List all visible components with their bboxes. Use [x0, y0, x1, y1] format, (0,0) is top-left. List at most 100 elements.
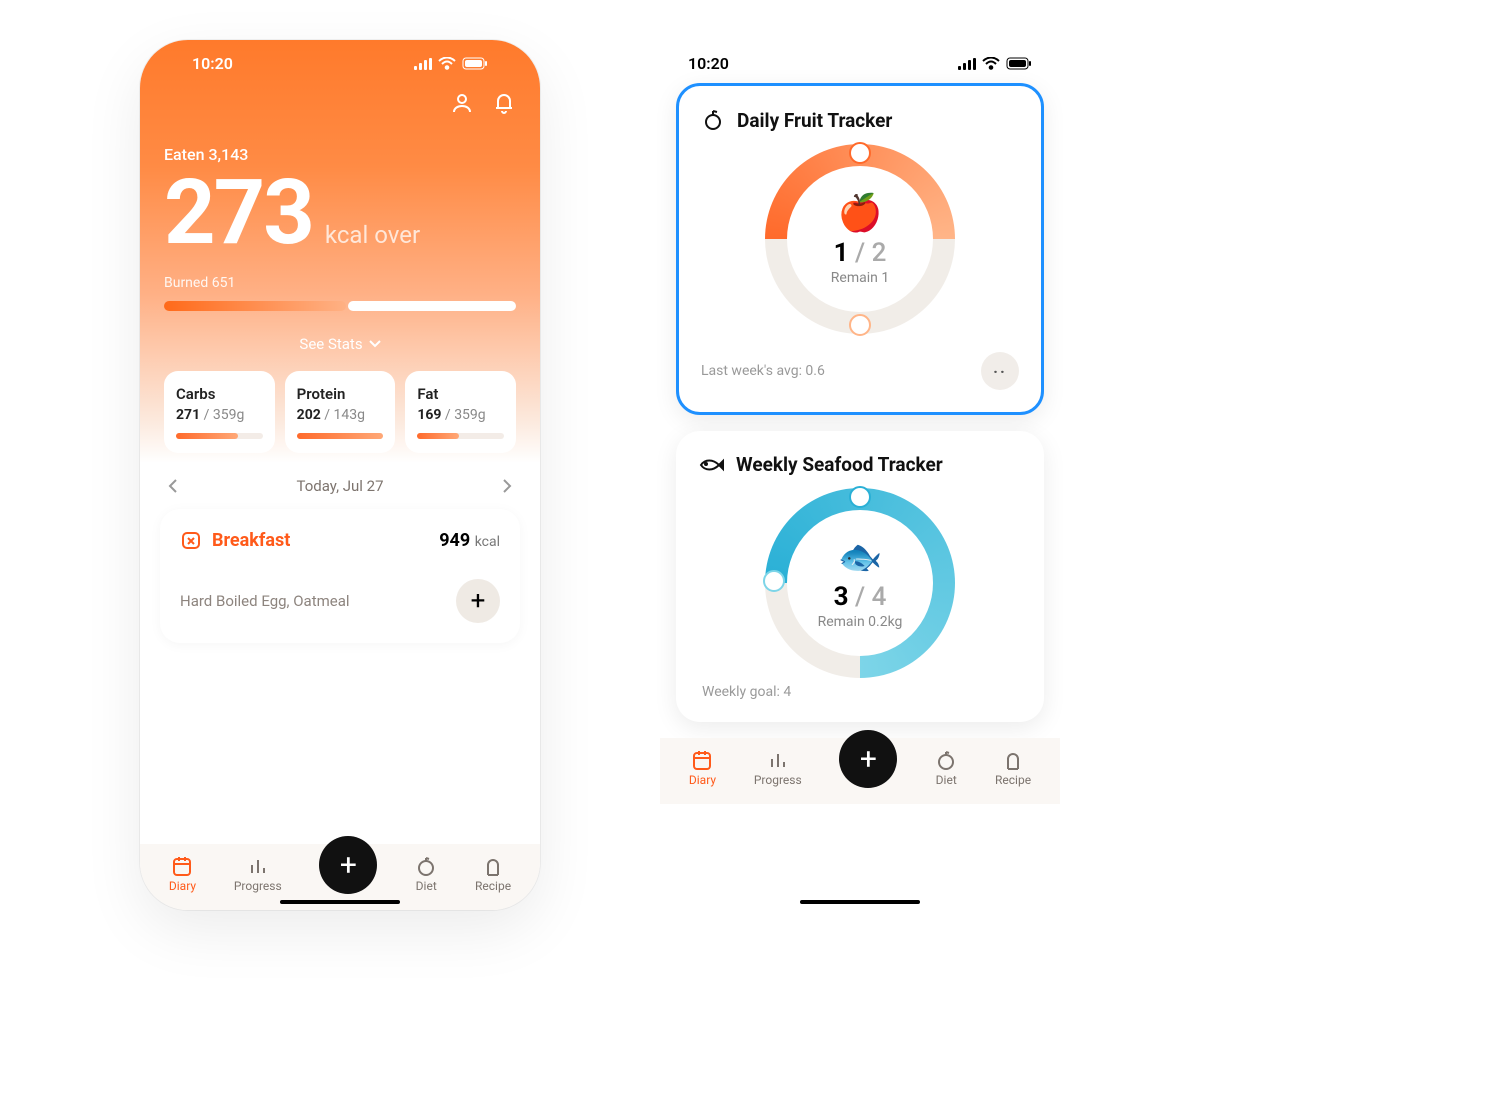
status-icons	[958, 57, 1032, 70]
macro-fill	[297, 433, 384, 439]
battery-icon	[462, 57, 488, 70]
signal-icon	[414, 58, 432, 70]
meal-card-breakfast[interactable]: Breakfast 949 kcal Hard Boiled Egg, Oatm…	[160, 509, 520, 643]
tab-label: Progress	[754, 773, 802, 787]
seafood-goal-peek: Weekly goal: 4	[698, 678, 1022, 700]
calorie-delta: 273 kcal over	[164, 160, 516, 265]
macro-total: 143g	[334, 407, 365, 423]
meal-kcal: 949 kcal	[439, 530, 500, 551]
calorie-unit: kcal over	[325, 221, 420, 249]
hero-section: 10:20 Eaten 3,143 273 kcal over Burned 6…	[140, 40, 540, 463]
seafood-tracker-card[interactable]: Weekly Seafood Tracker 🐟 3 / 4 Remain 0.…	[676, 431, 1044, 722]
macro-current: 271	[176, 407, 200, 423]
fish-icon	[698, 455, 724, 475]
tab-diet[interactable]: Diet	[935, 749, 957, 787]
status-icons	[414, 57, 488, 70]
seafood-count: 3 / 4	[834, 582, 887, 612]
bread-icon	[180, 529, 202, 551]
tab-label: Progress	[234, 879, 282, 893]
status-bar: 10:20	[660, 40, 1060, 79]
fab-add[interactable]: +	[839, 730, 897, 788]
recipe-icon	[482, 855, 504, 877]
macro-name: Fat	[417, 385, 504, 403]
macro-name: Protein	[297, 385, 384, 403]
status-time: 10:20	[192, 54, 233, 73]
tracker-title: Daily Fruit Tracker	[737, 109, 892, 132]
recipe-icon	[1002, 749, 1024, 771]
battery-icon	[1006, 57, 1032, 70]
tab-label: Recipe	[475, 879, 511, 893]
wifi-icon	[982, 57, 1000, 70]
macro-total: 359g	[213, 407, 244, 423]
calorie-value: 273	[164, 160, 313, 265]
tab-diet[interactable]: Diet	[415, 855, 437, 893]
fab-add[interactable]: +	[319, 836, 377, 894]
chevron-down-icon	[369, 340, 381, 348]
tab-progress[interactable]: Progress	[754, 749, 802, 787]
phone-trackers: 10:20 Daily Fruit Tracker 🍎 1 / 2 Remain…	[660, 40, 1060, 910]
progress-icon	[247, 855, 269, 877]
profile-icon[interactable]	[450, 91, 474, 115]
tuna-icon: 🐟	[838, 536, 883, 578]
tab-label: Diet	[416, 879, 437, 893]
macro-card-protein[interactable]: Protein 202 / 143g	[285, 371, 396, 453]
see-stats-button[interactable]: See Stats	[164, 335, 516, 353]
fruit-remain: Remain 1	[831, 270, 889, 286]
macros-row: Carbs 271 / 359g Protein 202 / 143g Fat …	[164, 371, 516, 453]
date-label[interactable]: Today, Jul 27	[296, 477, 383, 495]
tab-label: Diary	[169, 879, 196, 893]
see-stats-label: See Stats	[299, 335, 362, 353]
chevron-left-icon[interactable]	[168, 479, 178, 493]
add-food-button[interactable]: +	[456, 579, 500, 623]
diary-icon	[691, 749, 713, 771]
tab-recipe[interactable]: Recipe	[475, 855, 511, 893]
apple-icon: 🍎	[838, 192, 883, 234]
fruit-progress-ring[interactable]: 🍎 1 / 2 Remain 1	[765, 144, 955, 334]
tab-label: Diary	[689, 773, 716, 787]
ring-handle-start[interactable]	[849, 142, 871, 164]
diary-icon	[171, 855, 193, 877]
home-indicator	[280, 900, 400, 904]
tab-diary[interactable]: Diary	[169, 855, 196, 893]
progress-consumed	[164, 301, 346, 311]
progress-icon	[767, 749, 789, 771]
macro-total: 359g	[454, 407, 485, 423]
seafood-remain: Remain 0.2kg	[818, 614, 903, 630]
tab-label: Diet	[936, 773, 957, 787]
hero-actions	[164, 79, 516, 115]
tab-diary[interactable]: Diary	[689, 749, 716, 787]
chevron-right-icon[interactable]	[502, 479, 512, 493]
diet-icon	[935, 749, 957, 771]
ring-handle-start[interactable]	[849, 486, 871, 508]
progress-remaining	[348, 301, 516, 311]
home-indicator	[800, 900, 920, 904]
macro-card-carbs[interactable]: Carbs 271 / 359g	[164, 371, 275, 453]
fruit-tracker-card[interactable]: Daily Fruit Tracker 🍎 1 / 2 Remain 1 Las…	[676, 83, 1044, 415]
seafood-progress-ring[interactable]: 🐟 3 / 4 Remain 0.2kg	[765, 488, 955, 678]
date-row: Today, Jul 27	[140, 463, 540, 505]
meal-items: Hard Boiled Egg, Oatmeal	[180, 592, 350, 610]
macro-current: 169	[417, 407, 441, 423]
tracker-title: Weekly Seafood Tracker	[736, 453, 943, 476]
ring-handle-end[interactable]	[763, 570, 785, 592]
calorie-progress	[164, 301, 516, 311]
meal-name: Breakfast	[212, 530, 290, 551]
tab-label: Recipe	[995, 773, 1031, 787]
more-button[interactable]: ··	[981, 352, 1019, 390]
burned-label: Burned 651	[164, 275, 516, 291]
phone-diary: 10:20 Eaten 3,143 273 kcal over Burned 6…	[140, 40, 540, 910]
diet-icon	[415, 855, 437, 877]
tab-recipe[interactable]: Recipe	[995, 749, 1031, 787]
macro-fill	[417, 433, 459, 439]
tab-bar: Diary Progress + Diet Recipe	[660, 738, 1060, 804]
fruit-icon	[701, 108, 725, 132]
macro-current: 202	[297, 407, 321, 423]
tab-progress[interactable]: Progress	[234, 855, 282, 893]
ring-handle-end[interactable]	[849, 314, 871, 336]
macro-fill	[176, 433, 238, 439]
fruit-count: 1 / 2	[834, 238, 887, 268]
macro-name: Carbs	[176, 385, 263, 403]
status-bar: 10:20	[164, 40, 516, 79]
bell-icon[interactable]	[492, 91, 516, 115]
macro-card-fat[interactable]: Fat 169 / 359g	[405, 371, 516, 453]
